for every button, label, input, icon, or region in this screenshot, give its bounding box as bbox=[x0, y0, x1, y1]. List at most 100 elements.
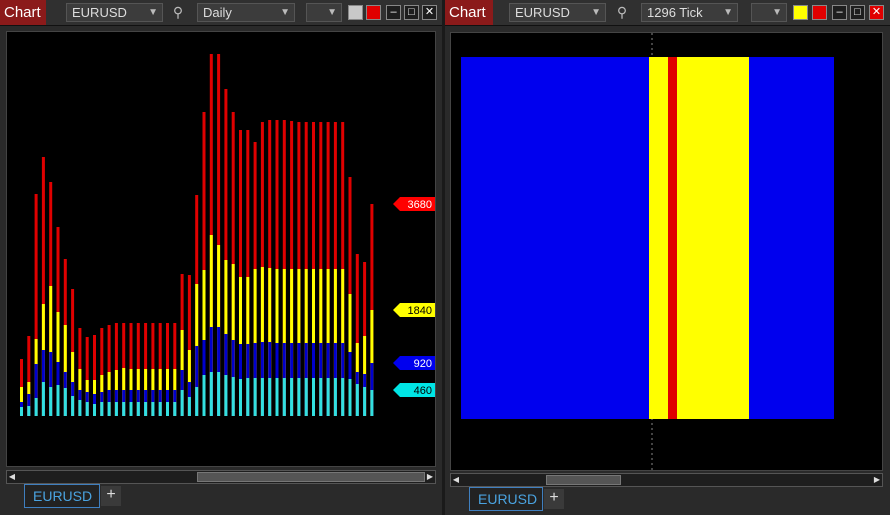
level-label: 1840 bbox=[393, 303, 435, 317]
volume-bar bbox=[122, 402, 126, 416]
level-label: 3680 bbox=[393, 197, 435, 211]
right-tab-bar: EURUSD + bbox=[469, 487, 669, 515]
volume-bar bbox=[231, 377, 235, 416]
scroll-thumb[interactable] bbox=[197, 472, 425, 482]
volume-bar bbox=[93, 404, 96, 416]
volume-bar bbox=[63, 388, 67, 416]
volume-bar bbox=[187, 397, 191, 416]
tab-eurusd[interactable]: EURUSD bbox=[24, 484, 100, 508]
scroll-left-icon[interactable]: ◀ bbox=[7, 471, 17, 483]
volume-bars-svg: 3680 1840 920 460 bbox=[20, 54, 435, 416]
volume-bar bbox=[114, 402, 118, 416]
volume-bar bbox=[202, 375, 206, 416]
minimize-button[interactable]: – bbox=[386, 5, 401, 20]
volume-bar bbox=[180, 390, 184, 416]
scroll-right-icon[interactable]: ▶ bbox=[872, 474, 882, 486]
add-tab-button[interactable]: + bbox=[544, 489, 564, 509]
volume-bar bbox=[282, 378, 286, 416]
tick-chart-area[interactable] bbox=[450, 32, 883, 471]
volume-bar bbox=[370, 390, 374, 416]
symbol-value: EURUSD bbox=[515, 5, 570, 20]
horizontal-scrollbar[interactable]: ◀ ▶ bbox=[450, 473, 883, 487]
scroll-thumb[interactable] bbox=[546, 475, 621, 485]
volume-bar bbox=[158, 402, 162, 416]
volume-bar bbox=[85, 402, 89, 416]
scroll-right-icon[interactable]: ▶ bbox=[425, 471, 435, 483]
color-swatch-yellow[interactable] bbox=[793, 5, 808, 20]
volume-bar bbox=[136, 402, 140, 416]
maximize-button[interactable]: □ bbox=[404, 5, 419, 20]
timeframe-dropdown[interactable]: Daily ▼ bbox=[197, 3, 295, 22]
close-button[interactable]: ✕ bbox=[869, 5, 884, 20]
left-toolbar: Chart EURUSD ▼ ⚲ Daily ▼ ▼ – □ ✕ bbox=[0, 0, 442, 26]
chevron-down-icon: ▼ bbox=[723, 7, 733, 18]
volume-bar bbox=[78, 400, 82, 416]
volume-bar bbox=[355, 384, 359, 416]
timeframe-value: Daily bbox=[203, 5, 232, 20]
volume-bar bbox=[209, 372, 213, 416]
close-button[interactable]: ✕ bbox=[422, 5, 437, 20]
chevron-down-icon: ▼ bbox=[148, 7, 158, 18]
volume-bar bbox=[341, 378, 345, 416]
symbol-dropdown[interactable]: EURUSD ▼ bbox=[509, 3, 606, 22]
blue-block-right bbox=[749, 57, 834, 419]
tab-eurusd[interactable]: EURUSD bbox=[469, 487, 543, 511]
volume-bar bbox=[246, 378, 250, 416]
volume-bar bbox=[195, 387, 199, 416]
minimize-button[interactable]: – bbox=[832, 5, 847, 20]
left-chart-window: Chart EURUSD ▼ ⚲ Daily ▼ ▼ – □ ✕ 3680 184… bbox=[0, 0, 442, 515]
volume-bar bbox=[107, 402, 111, 416]
chevron-down-icon: ▼ bbox=[591, 7, 601, 18]
level-label-text: 460 bbox=[414, 385, 432, 397]
chart-title: Chart bbox=[0, 0, 46, 25]
level-label: 920 bbox=[393, 356, 435, 370]
volume-bar bbox=[253, 378, 257, 416]
volume-bar bbox=[100, 402, 104, 416]
maximize-button[interactable]: □ bbox=[850, 5, 865, 20]
add-tab-button[interactable]: + bbox=[101, 486, 121, 506]
volume-bar bbox=[297, 378, 301, 416]
timeframe-dropdown[interactable]: 1296 Tick ▼ bbox=[641, 3, 738, 22]
options-dropdown[interactable]: ▼ bbox=[306, 3, 342, 22]
level-label: 460 bbox=[393, 383, 435, 397]
volume-bar bbox=[129, 402, 133, 416]
volume-bar bbox=[173, 402, 177, 416]
symbol-dropdown[interactable]: EURUSD ▼ bbox=[66, 3, 163, 22]
volume-bar bbox=[71, 396, 75, 416]
volume-bar bbox=[27, 406, 31, 416]
volume-bar bbox=[224, 375, 228, 416]
volume-bar bbox=[151, 402, 155, 416]
volume-bar bbox=[41, 382, 45, 416]
search-icon[interactable]: ⚲ bbox=[170, 4, 186, 20]
yellow-block bbox=[649, 57, 749, 419]
chevron-down-icon: ▼ bbox=[327, 7, 337, 18]
volume-bar bbox=[144, 402, 148, 416]
search-icon[interactable]: ⚲ bbox=[614, 4, 630, 20]
level-label-text: 920 bbox=[414, 358, 432, 370]
red-stripe bbox=[668, 57, 677, 419]
volume-chart-area[interactable]: 3680 1840 920 460 bbox=[6, 31, 436, 467]
volume-bar bbox=[260, 378, 264, 416]
options-dropdown[interactable]: ▼ bbox=[751, 3, 787, 22]
horizontal-scrollbar[interactable]: ◀ ▶ bbox=[6, 470, 436, 484]
chevron-down-icon: ▼ bbox=[280, 7, 290, 18]
tick-chart-svg bbox=[461, 33, 834, 470]
level-label-text: 3680 bbox=[408, 199, 432, 211]
level-label-text: 1840 bbox=[408, 305, 432, 317]
color-swatch-red[interactable] bbox=[366, 5, 381, 20]
volume-bar bbox=[268, 378, 272, 416]
volume-bar bbox=[34, 398, 38, 416]
chevron-down-icon: ▼ bbox=[772, 7, 782, 18]
volume-bar bbox=[239, 379, 242, 416]
volume-bar bbox=[20, 407, 23, 416]
volume-bar bbox=[304, 378, 308, 416]
volume-bar bbox=[56, 385, 60, 416]
volume-bar bbox=[275, 378, 279, 416]
color-swatch-red[interactable] bbox=[812, 5, 827, 20]
volume-bar bbox=[217, 372, 221, 416]
scroll-left-icon[interactable]: ◀ bbox=[451, 474, 461, 486]
volume-bar bbox=[348, 379, 352, 416]
volume-bar bbox=[166, 402, 169, 416]
color-swatch-grey[interactable] bbox=[348, 5, 363, 20]
symbol-value: EURUSD bbox=[72, 5, 127, 20]
